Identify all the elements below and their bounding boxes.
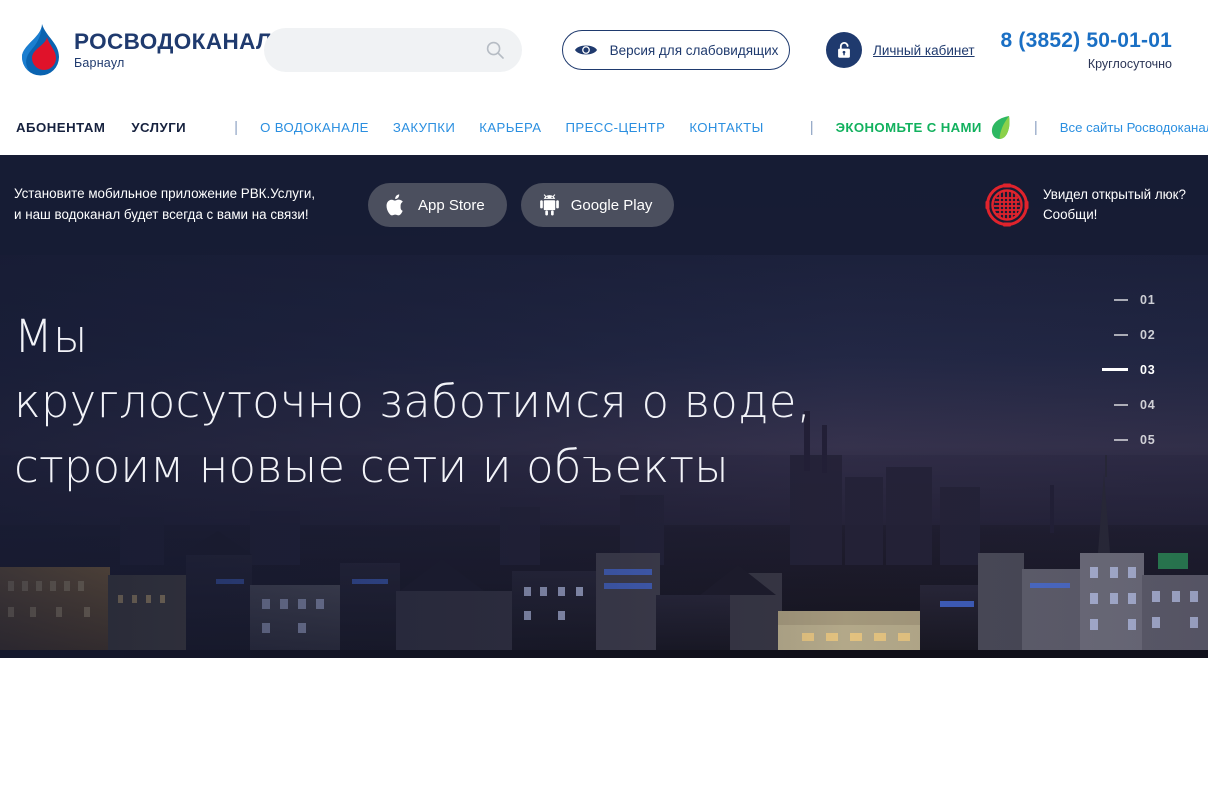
promo-text-line1: Установите мобильное приложение РВК.Услу… [14, 186, 316, 202]
contact-phone: 8 (3852) 50-01-01 Круглосуточно [1000, 29, 1194, 71]
slider-pagination: 01 02 03 04 05 [1102, 292, 1160, 447]
app-store-label: App Store [418, 196, 485, 214]
brand-text: РОСВОДОКАНАЛ Барнаул [74, 29, 273, 70]
slide-indicator-02[interactable]: 02 [1102, 327, 1160, 342]
water-drop-logo-icon [16, 23, 64, 77]
personal-cabinet-link[interactable]: Личный кабинет [826, 32, 975, 68]
eye-icon [574, 42, 598, 58]
brand-logo[interactable]: РОСВОДОКАНАЛ Барнаул [14, 23, 272, 77]
search-box [264, 28, 522, 72]
google-play-button[interactable]: Google Play [520, 183, 675, 227]
promo-text: Установите мобильное приложение РВК.Услу… [14, 184, 344, 226]
app-store-button[interactable]: App Store [368, 183, 507, 227]
main-navigation: АБОНЕНТАМ УСЛУГИ | О ВОДОКАНАЛЕ ЗАКУПКИ … [0, 100, 1208, 155]
slide-number-03: 03 [1140, 362, 1156, 377]
apple-icon [386, 193, 407, 217]
slide-number-05: 05 [1140, 432, 1156, 447]
hatch-text-line1: Увидел открытый люк? [1042, 186, 1186, 202]
brand-city: Барнаул [74, 55, 125, 70]
android-icon [539, 193, 560, 217]
nav-item-subscribers[interactable]: АБОНЕНТАМ [16, 120, 105, 135]
slide-dash-03 [1102, 368, 1128, 371]
nav-item-contacts[interactable]: КОНТАКТЫ [689, 120, 763, 135]
nav-divider-3: | [1033, 119, 1038, 136]
accessibility-label: Версия для слабовидящих [609, 42, 779, 58]
slide-indicator-03[interactable]: 03 [1102, 362, 1160, 377]
nav-item-all-sites[interactable]: Все сайты Росводоканал [1060, 117, 1208, 138]
phone-number[interactable]: 8 (3852) 50-01-01 [1000, 29, 1172, 53]
nav-item-press-center[interactable]: ПРЕСС-ЦЕНТР [566, 120, 666, 135]
lock-icon [826, 32, 862, 68]
search-input[interactable] [264, 28, 522, 72]
slide-indicator-04[interactable]: 04 [1102, 397, 1160, 412]
site-header: РОСВОДОКАНАЛ Барнаул Версия для слабовид… [0, 0, 1208, 155]
slide-indicator-05[interactable]: 05 [1102, 432, 1160, 447]
personal-cabinet-label: Личный кабинет [873, 42, 975, 58]
report-open-hatch-link[interactable]: Увидел открытый люк? Сообщи! [985, 183, 1188, 227]
slide-number-02: 02 [1140, 327, 1156, 342]
hero-headline-line2: круглосуточно заботимся о воде, [14, 374, 812, 428]
slide-dash-01 [1114, 298, 1128, 301]
leaf-icon [990, 115, 1012, 140]
nav-all-sites-label: Все сайты Росводоканал [1059, 120, 1208, 135]
nav-item-procurement[interactable]: ЗАКУПКИ [393, 120, 455, 135]
slide-dash-02 [1114, 333, 1128, 336]
phone-note: Круглосуточно [1087, 57, 1172, 71]
hero-headline-line3: строим новые сети и объекты [14, 439, 729, 493]
hero-headline: Мы круглосуточно заботимся о воде, строи… [14, 305, 1044, 499]
slide-dash-05 [1114, 438, 1128, 441]
hatch-text: Увидел открытый люк? Сообщи! [1043, 185, 1186, 225]
nav-item-save-with-us[interactable]: ЭКОНОМЬТЕ С НАМИ [836, 115, 1012, 140]
hero-headline-line1: Мы [14, 310, 88, 363]
accessibility-version-button[interactable]: Версия для слабовидящих [562, 30, 790, 70]
promo-text-line2: и наш водоканал будет всегда с вами на с… [14, 207, 309, 222]
google-play-label: Google Play [570, 196, 653, 214]
nav-divider-2: | [809, 119, 814, 136]
header-top-row: РОСВОДОКАНАЛ Барнаул Версия для слабовид… [0, 0, 1208, 100]
slide-number-04: 04 [1140, 397, 1156, 412]
nav-item-about[interactable]: О ВОДОКАНАЛЕ [260, 120, 369, 135]
nav-item-services[interactable]: УСЛУГИ [131, 120, 186, 135]
hatch-text-line2: Сообщи! [1042, 207, 1098, 222]
brand-title: РОСВОДОКАНАЛ [74, 29, 273, 54]
mobile-app-promo-bar: Установите мобильное приложение РВК.Услу… [0, 155, 1208, 255]
manhole-cover-icon [985, 183, 1029, 227]
slide-dash-04 [1114, 403, 1128, 406]
nav-eco-label: ЭКОНОМЬТЕ С НАМИ [835, 120, 982, 135]
page-content-below-fold [0, 658, 1208, 789]
hero-banner: Установите мобильное приложение РВК.Услу… [0, 155, 1208, 658]
nav-divider-1: | [234, 119, 239, 136]
slide-number-01: 01 [1140, 292, 1156, 307]
nav-item-career[interactable]: КАРЬЕРА [479, 120, 541, 135]
slide-indicator-01[interactable]: 01 [1102, 292, 1160, 307]
